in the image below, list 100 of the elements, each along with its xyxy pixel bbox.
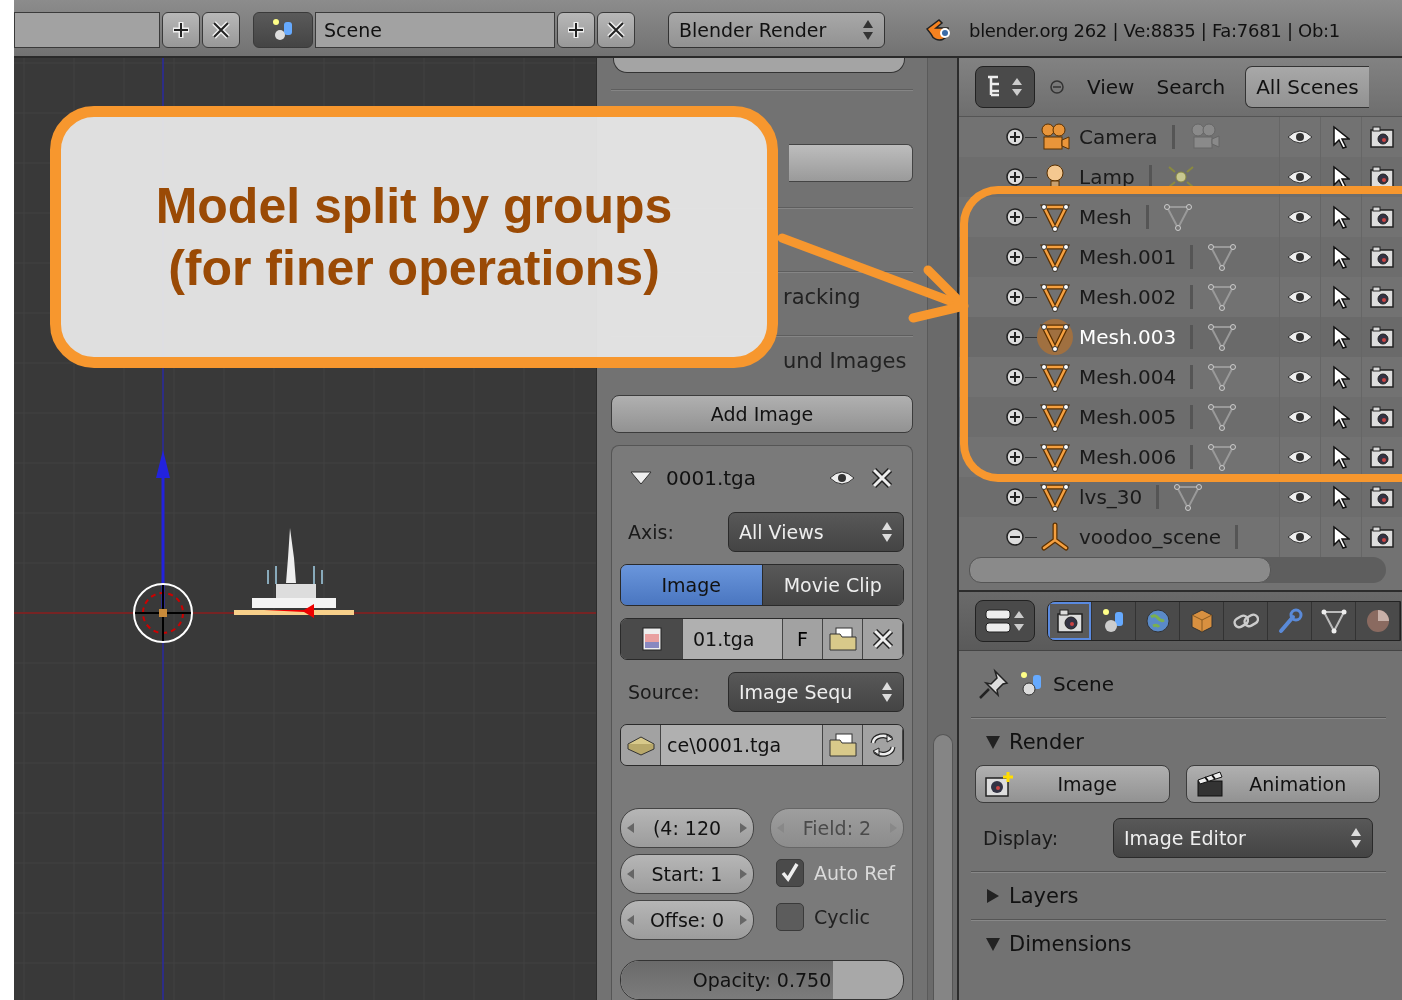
increment-arrow-icon[interactable]: [740, 823, 747, 833]
add-image-button[interactable]: Add Image: [611, 395, 913, 433]
properties-tab[interactable]: [1180, 602, 1224, 640]
camera-icon[interactable]: [1369, 525, 1395, 549]
open-button[interactable]: [823, 619, 863, 659]
panel-header[interactable]: Dimensions: [971, 921, 1386, 967]
eye-icon[interactable]: [1286, 288, 1314, 306]
camera-icon[interactable]: [1369, 325, 1395, 349]
editor-type-button[interactable]: [975, 600, 1035, 642]
expand-toggle-icon[interactable]: [1005, 407, 1025, 427]
mesh-data-icon[interactable]: [1207, 243, 1238, 271]
eye-icon[interactable]: [1286, 488, 1314, 506]
properties-tab[interactable]: [1092, 602, 1136, 640]
expand-toggle-icon[interactable]: [1005, 127, 1025, 147]
eye-icon[interactable]: [1286, 128, 1314, 146]
expand-toggle-icon[interactable]: [1005, 207, 1025, 227]
mesh-data-icon[interactable]: [1207, 443, 1238, 471]
number-field[interactable]: (4: 120: [620, 808, 754, 848]
image-file-field[interactable]: 01.tga: [683, 619, 783, 659]
checkbox[interactable]: [776, 903, 804, 931]
expand-toggle-icon[interactable]: [1005, 247, 1025, 267]
expand-toggle-icon[interactable]: [1005, 327, 1025, 347]
cursor-icon[interactable]: [1332, 325, 1350, 349]
camera-icon[interactable]: [1369, 285, 1395, 309]
scene-field[interactable]: Scene: [315, 12, 555, 48]
number-field[interactable]: Start: 1: [620, 854, 754, 894]
mesh-data-icon[interactable]: [1207, 283, 1238, 311]
mesh-data-icon[interactable]: [1207, 323, 1238, 351]
pack-button[interactable]: [621, 725, 661, 765]
menu-item[interactable]: Search: [1156, 75, 1226, 99]
mesh-data-icon[interactable]: [1207, 363, 1238, 391]
eye-icon[interactable]: [1286, 168, 1314, 186]
render-engine-dropdown[interactable]: Blender Render: [668, 12, 885, 48]
properties-tab[interactable]: [1136, 602, 1180, 640]
cursor-icon[interactable]: [1332, 525, 1350, 549]
disclosure-triangle-icon[interactable]: [630, 471, 652, 485]
open-button[interactable]: [823, 725, 863, 765]
outliner-row[interactable]: Mesh.003: [959, 317, 1402, 357]
image-browse-button[interactable]: [621, 619, 683, 659]
camera-icon[interactable]: [1369, 485, 1395, 509]
camera-icon[interactable]: [1369, 205, 1395, 229]
source-dropdown[interactable]: Image Sequ: [728, 672, 904, 712]
eye-icon[interactable]: [1286, 448, 1314, 466]
eye-icon[interactable]: [828, 469, 856, 487]
increment-arrow-icon[interactable]: [740, 915, 747, 925]
scrollbar-thumb[interactable]: [932, 734, 953, 1000]
outliner-row[interactable]: Mesh.001: [959, 237, 1402, 277]
cursor-icon[interactable]: [1332, 165, 1350, 189]
camera-icon[interactable]: [1369, 405, 1395, 429]
camera-icon[interactable]: [1369, 365, 1395, 389]
opacity-slider[interactable]: Opacity: 0.750: [620, 960, 904, 1000]
eye-icon[interactable]: [1286, 248, 1314, 266]
increment-arrow-icon[interactable]: [740, 869, 747, 879]
pin-icon[interactable]: [977, 667, 1011, 701]
cursor-icon[interactable]: [1332, 365, 1350, 389]
decrement-arrow-icon[interactable]: [627, 915, 634, 925]
mesh-data-icon[interactable]: [1173, 483, 1204, 511]
camera-icon[interactable]: [1369, 245, 1395, 269]
add-button[interactable]: [557, 12, 595, 48]
properties-tab[interactable]: [1048, 602, 1092, 640]
cursor-icon[interactable]: [1332, 125, 1350, 149]
cursor-icon[interactable]: [1332, 485, 1350, 509]
axis-dropdown[interactable]: All Views: [728, 512, 904, 552]
eye-icon[interactable]: [1286, 328, 1314, 346]
render-button[interactable]: Animation: [1185, 765, 1380, 803]
expand-toggle-icon[interactable]: [1005, 487, 1025, 507]
eye-icon[interactable]: [1286, 408, 1314, 426]
3d-cursor-icon[interactable]: [133, 583, 193, 643]
camera-icon[interactable]: [1369, 125, 1395, 149]
eye-icon[interactable]: [1286, 528, 1314, 546]
file-path-field[interactable]: ce\0001.tga: [661, 725, 823, 765]
object-name-field[interactable]: [789, 144, 913, 182]
add-button[interactable]: [162, 12, 200, 48]
render-button[interactable]: Image: [975, 765, 1170, 803]
decrement-arrow-icon[interactable]: [627, 869, 634, 879]
cursor-icon[interactable]: [1332, 285, 1350, 309]
source-type-tab[interactable]: Image: [621, 565, 763, 605]
cursor-icon[interactable]: [1332, 445, 1350, 469]
reload-button[interactable]: [863, 725, 903, 765]
scrollbar-thumb[interactable]: [969, 557, 1271, 583]
scene-button[interactable]: [253, 12, 313, 48]
properties-tab[interactable]: [1312, 602, 1356, 640]
close-button[interactable]: [597, 12, 635, 48]
location-field[interactable]: [613, 58, 905, 73]
close-button[interactable]: [202, 12, 240, 48]
eye-icon[interactable]: [1286, 208, 1314, 226]
expand-toggle-icon[interactable]: [1005, 287, 1025, 307]
display-mode-button[interactable]: [975, 66, 1035, 108]
cursor-icon[interactable]: [1332, 245, 1350, 269]
camera-icon[interactable]: [1369, 445, 1395, 469]
properties-tab[interactable]: [1356, 602, 1400, 640]
panel-title[interactable]: racking: [783, 285, 861, 309]
camera-icon[interactable]: [1369, 165, 1395, 189]
collapse-icon[interactable]: [1049, 79, 1065, 95]
display-dropdown[interactable]: Image Editor: [1113, 818, 1373, 858]
screen-layout-field[interactable]: [14, 12, 160, 48]
fake-user-button[interactable]: F: [783, 619, 823, 659]
expand-toggle-icon[interactable]: [1005, 447, 1025, 467]
close-icon[interactable]: [870, 466, 894, 490]
cursor-icon[interactable]: [1332, 205, 1350, 229]
